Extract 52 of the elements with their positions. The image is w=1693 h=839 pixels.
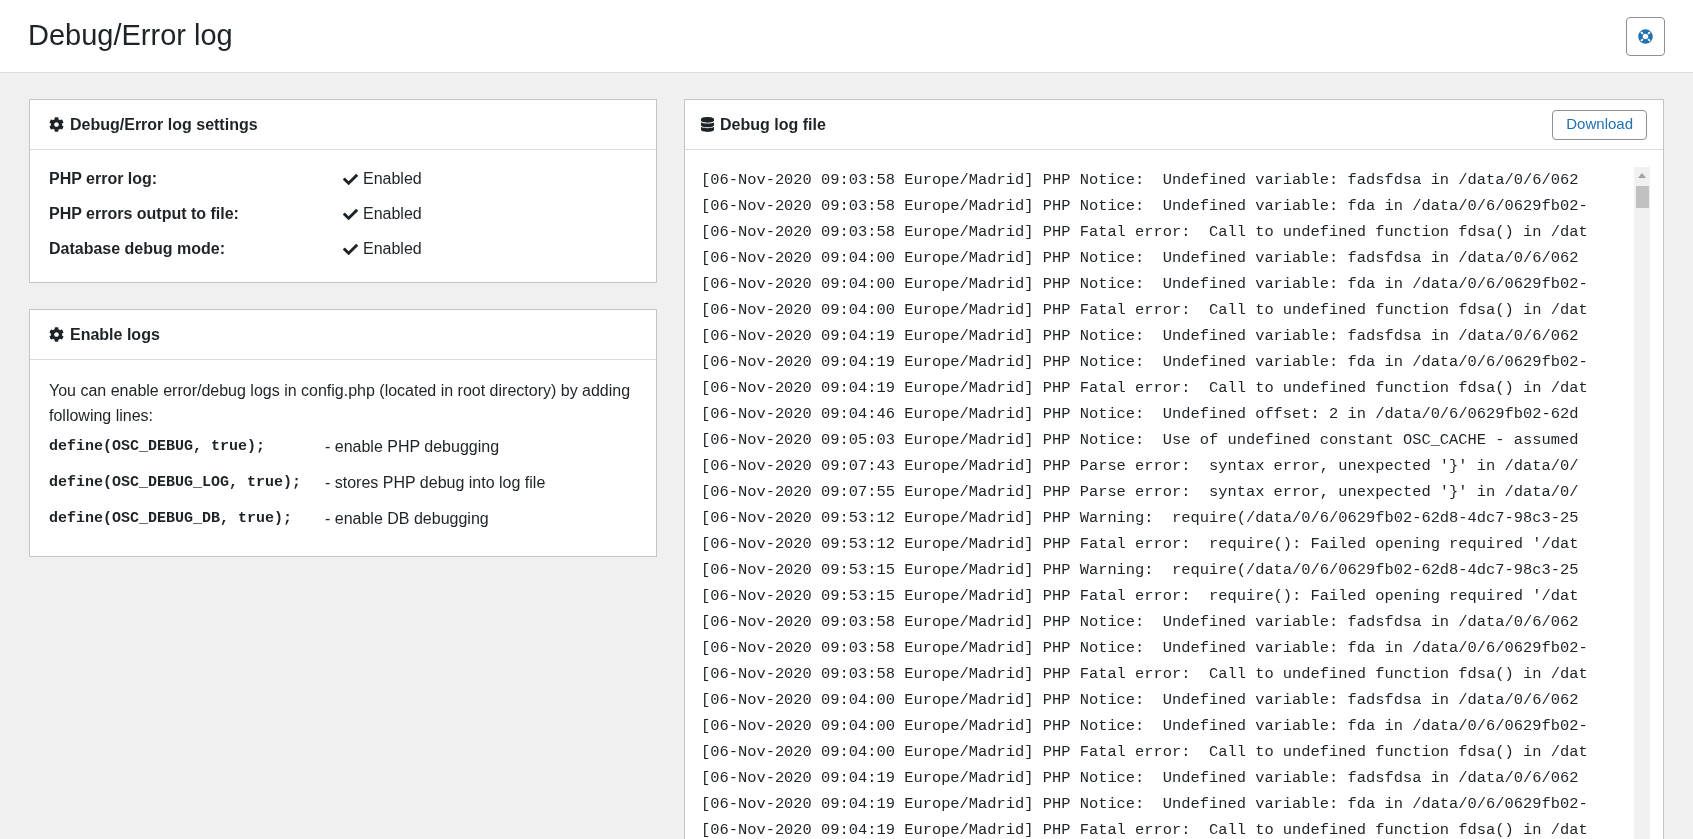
code-snippet: define(OSC_DEBUG_LOG, true); <box>49 472 303 493</box>
log-line: [06-Nov-2020 09:04:19 Europe/Madrid] PHP Notice: Undefined variable: fadsfdsa in /data/0/6/062 <box>701 326 1579 347</box>
log-line: [06-Nov-2020 09:53:12 Europe/Madrid] PHP Fatal error: require(): Failed opening required '/dat <box>701 534 1579 555</box>
log-line: [06-Nov-2020 09:53:15 Europe/Madrid] PHP Warning: require(/data/0/6/0629fb02-62d8-4dc7-98c3-25 <box>701 560 1579 581</box>
log-line: [06-Nov-2020 09:53:15 Europe/Madrid] PHP Fatal error: require(): Failed opening required '/dat <box>701 586 1579 607</box>
code-snippet: define(OSC_DEBUG, true); <box>49 436 267 457</box>
code-description: - enable DB debugging <box>325 509 489 529</box>
log-line: [06-Nov-2020 09:07:43 Europe/Madrid] PHP Parse error: syntax error, unexpected '}' in /data/0/ <box>701 456 1579 477</box>
card-title: Enable logs <box>70 324 160 345</box>
log-line: [06-Nov-2020 09:07:55 Europe/Madrid] PHP Parse error: syntax error, unexpected '}' in /data/0/ <box>701 482 1579 503</box>
code-description: - enable PHP debugging <box>325 437 500 457</box>
log-line: [06-Nov-2020 09:03:58 Europe/Madrid] PHP Notice: Undefined variable: fadsfdsa in /data/0/6/062 <box>701 612 1579 633</box>
log-line: [06-Nov-2020 09:04:00 Europe/Madrid] PHP Notice: Undefined variable: fda in /data/0/6/0629fb02- <box>701 716 1588 737</box>
intro-text: You can enable error/debug logs in config.php (located in root directory) by adding following lines: <box>49 381 632 426</box>
scrollbar-thumb[interactable] <box>1635 186 1649 208</box>
setting-label: Database debug mode: <box>49 239 227 259</box>
log-line: [06-Nov-2020 09:04:19 Europe/Madrid] PHP Fatal error: Call to undefined function fdsa() in /dat <box>701 820 1588 839</box>
lifebuoy-icon <box>1638 28 1653 44</box>
gear-icon <box>49 117 64 132</box>
log-line: [06-Nov-2020 09:05:03 Europe/Madrid] PHP Notice: Use of undefined constant OSC_CACHE - assumed <box>701 430 1579 451</box>
code-snippet: define(OSC_DEBUG_DB, true); <box>49 508 294 529</box>
card-title: Debug/Error log settings <box>70 114 258 135</box>
log-line: [06-Nov-2020 09:04:00 Europe/Madrid] PHP Notice: Undefined variable: fadsfdsa in /data/0/6/062 <box>701 248 1579 269</box>
scrollbar[interactable] <box>1634 167 1650 839</box>
download-button[interactable]: Download <box>1552 109 1647 140</box>
log-line: [06-Nov-2020 09:04:19 Europe/Madrid] PHP Fatal error: Call to undefined function fdsa() in /dat <box>701 378 1588 399</box>
code-description: - stores PHP debug into log file <box>325 473 546 493</box>
database-icon <box>701 117 714 132</box>
log-line: [06-Nov-2020 09:03:58 Europe/Madrid] PHP Fatal error: Call to undefined function fdsa() in /dat <box>701 664 1588 685</box>
gear-icon <box>49 327 64 342</box>
help-button[interactable] <box>1626 16 1665 56</box>
log-line: [06-Nov-2020 09:53:12 Europe/Madrid] PHP Warning: require(/data/0/6/0629fb02-62d8-4dc7-98c3-25 <box>701 508 1579 529</box>
status-text: Enabled <box>363 204 422 224</box>
log-line: [06-Nov-2020 09:03:58 Europe/Madrid] PHP Notice: Undefined variable: fadsfdsa in /data/0/6/062 <box>701 170 1579 191</box>
log-line: [06-Nov-2020 09:04:19 Europe/Madrid] PHP Notice: Undefined variable: fda in /data/0/6/0629fb02- <box>701 794 1588 815</box>
log-line: [06-Nov-2020 09:03:58 Europe/Madrid] PHP Notice: Undefined variable: fda in /data/0/6/0629fb02- <box>701 196 1588 217</box>
status-text: Enabled <box>363 239 422 259</box>
log-line: [06-Nov-2020 09:04:00 Europe/Madrid] PHP Fatal error: Call to undefined function fdsa() in /dat <box>701 300 1588 321</box>
card-title: Debug log file <box>720 114 826 135</box>
log-line: [06-Nov-2020 09:03:58 Europe/Madrid] PHP Fatal error: Call to undefined function fdsa() in /dat <box>701 222 1588 243</box>
scroll-up-icon <box>1638 173 1646 178</box>
log-line: [06-Nov-2020 09:04:00 Europe/Madrid] PHP Notice: Undefined variable: fda in /data/0/6/0629fb02- <box>701 274 1588 295</box>
page-title: Debug/Error log <box>28 18 233 54</box>
log-line: [06-Nov-2020 09:04:00 Europe/Madrid] PHP Notice: Undefined variable: fadsfdsa in /data/0/6/062 <box>701 690 1579 711</box>
setting-label: PHP error log: <box>49 169 159 189</box>
log-line: [06-Nov-2020 09:04:00 Europe/Madrid] PHP Fatal error: Call to undefined function fdsa() in /dat <box>701 742 1588 763</box>
log-line: [06-Nov-2020 09:04:46 Europe/Madrid] PHP Notice: Undefined offset: 2 in /data/0/6/0629fb02-62d <box>701 404 1579 425</box>
log-line: [06-Nov-2020 09:04:19 Europe/Madrid] PHP Notice: Undefined variable: fadsfdsa in /data/0/6/062 <box>701 768 1579 789</box>
log-line: [06-Nov-2020 09:04:19 Europe/Madrid] PHP Notice: Undefined variable: fda in /data/0/6/0629fb02- <box>701 352 1588 373</box>
setting-label: PHP errors output to file: <box>49 204 240 224</box>
status-text: Enabled <box>363 169 422 189</box>
log-line: [06-Nov-2020 09:03:58 Europe/Madrid] PHP Notice: Undefined variable: fda in /data/0/6/0629fb02- <box>701 638 1588 659</box>
